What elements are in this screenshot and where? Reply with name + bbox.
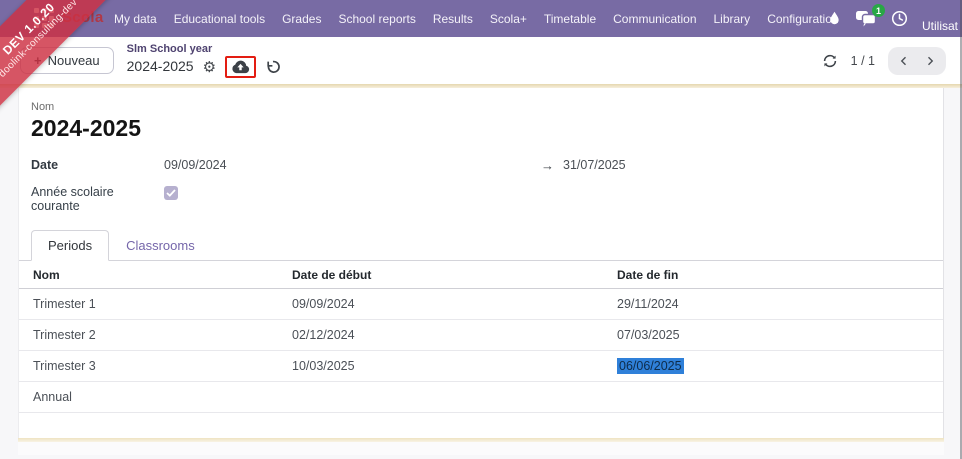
breadcrumb: Slm School year 2024-2025 ⚙ (126, 43, 281, 79)
message-count-badge: 1 (871, 4, 885, 17)
col-header-nom[interactable]: Nom (19, 261, 292, 289)
menu-scola-plus[interactable]: Scola+ (488, 9, 529, 29)
cell-start[interactable]: 09/09/2024 (292, 288, 617, 320)
name-field-label: Nom (31, 101, 55, 113)
form-view: Nom 2024-2025 Date 09/09/2024 → 31/07/20… (0, 88, 962, 459)
main-menu: My data Educational tools Grades School … (112, 9, 841, 29)
name-field-value[interactable]: 2024-2025 (31, 115, 929, 142)
cell-name[interactable]: Annual (19, 381, 292, 413)
table-row: Trimester 3 10/03/2025 06/06/2025 (19, 350, 943, 382)
apps-menu-icon[interactable] (34, 8, 56, 29)
menu-grades[interactable]: Grades (280, 9, 323, 29)
col-header-date-debut[interactable]: Date de début (292, 261, 617, 289)
date-field-label: Date (31, 158, 59, 172)
table-row: Trimester 2 02/12/2024 07/03/2025 (19, 319, 943, 351)
table-header-row: Nom Date de début Date de fin (19, 261, 943, 289)
col-header-date-fin[interactable]: Date de fin (617, 261, 943, 289)
app-window: Scola My data Educational tools Grades S… (0, 0, 962, 459)
cell-start[interactable]: 02/12/2024 (292, 319, 617, 351)
plus-icon: + (34, 53, 42, 68)
new-record-button[interactable]: + Nouveau (20, 47, 114, 74)
cell-end[interactable]: 06/06/2025 (617, 350, 943, 382)
top-navbar: Scola My data Educational tools Grades S… (0, 0, 962, 37)
cell-end[interactable] (617, 381, 943, 413)
activities-clock-icon[interactable] (891, 10, 908, 27)
pager-area: 1 / 1 (822, 46, 946, 75)
pager-buttons (888, 46, 946, 75)
tab-periods[interactable]: Periods (31, 230, 110, 261)
periods-table: Nom Date de début Date de fin Trimester … (19, 261, 943, 413)
pager-next-icon[interactable] (917, 49, 943, 73)
date-field-row: Date 09/09/2024 → 31/07/2025 (31, 158, 929, 173)
messages-icon[interactable]: 1 (855, 4, 885, 27)
menu-results[interactable]: Results (431, 9, 475, 29)
brand-logo[interactable]: Scola (62, 9, 104, 26)
new-record-label: Nouveau (47, 53, 100, 68)
breadcrumb-parent-link[interactable]: Slm School year (127, 43, 281, 55)
date-start-input[interactable]: 09/09/2024 (164, 158, 541, 172)
breadcrumb-current: 2024-2025 (126, 58, 194, 75)
cell-name[interactable]: Trimester 1 (19, 288, 292, 320)
navbar-systray: 1 Utilisat (828, 0, 958, 37)
gear-icon[interactable]: ⚙ (203, 59, 216, 75)
refresh-icon[interactable] (822, 53, 838, 69)
menu-communication[interactable]: Communication (611, 9, 698, 29)
page-footer-space (18, 442, 944, 455)
current-year-checkbox[interactable] (164, 186, 178, 200)
menu-timetable[interactable]: Timetable (542, 9, 598, 29)
cell-name[interactable]: Trimester 3 (19, 350, 292, 382)
cell-name[interactable]: Trimester 2 (19, 319, 292, 351)
menu-educational-tools[interactable]: Educational tools (172, 9, 267, 29)
current-year-row: Année scolaire courante (31, 185, 929, 213)
menu-school-reports[interactable]: School reports (336, 9, 417, 29)
table-row: Annual (19, 381, 943, 413)
pager-count: 1 / 1 (850, 53, 875, 68)
selected-date-text[interactable]: 06/06/2025 (617, 358, 684, 374)
form-sheet: Nom 2024-2025 Date 09/09/2024 → 31/07/20… (18, 88, 944, 438)
date-end-input[interactable]: 31/07/2025 (563, 158, 626, 172)
menu-my-data[interactable]: My data (112, 9, 159, 29)
cell-start[interactable] (292, 381, 617, 413)
notebook-tabs: Periods Classrooms (19, 230, 943, 261)
date-range-arrow-icon: → (541, 158, 554, 173)
cell-end[interactable]: 29/11/2024 (617, 288, 943, 320)
save-annotation-box (225, 56, 257, 79)
discard-undo-icon[interactable] (265, 59, 281, 75)
tab-classrooms[interactable]: Classrooms (109, 230, 212, 260)
table-row: Trimester 1 09/09/2024 29/11/2024 (19, 288, 943, 320)
user-menu[interactable]: Utilisat (922, 19, 958, 33)
menu-library[interactable]: Library (712, 9, 753, 29)
save-cloud-icon[interactable] (231, 60, 250, 74)
droplet-icon[interactable] (828, 11, 841, 27)
control-panel: + Nouveau Slm School year 2024-2025 ⚙ 1 … (0, 37, 962, 84)
pager-previous-icon[interactable] (891, 49, 917, 73)
cell-start[interactable]: 10/03/2025 (292, 350, 617, 382)
cell-end[interactable]: 07/03/2025 (617, 319, 943, 351)
current-year-label: Année scolaire courante (31, 185, 114, 213)
